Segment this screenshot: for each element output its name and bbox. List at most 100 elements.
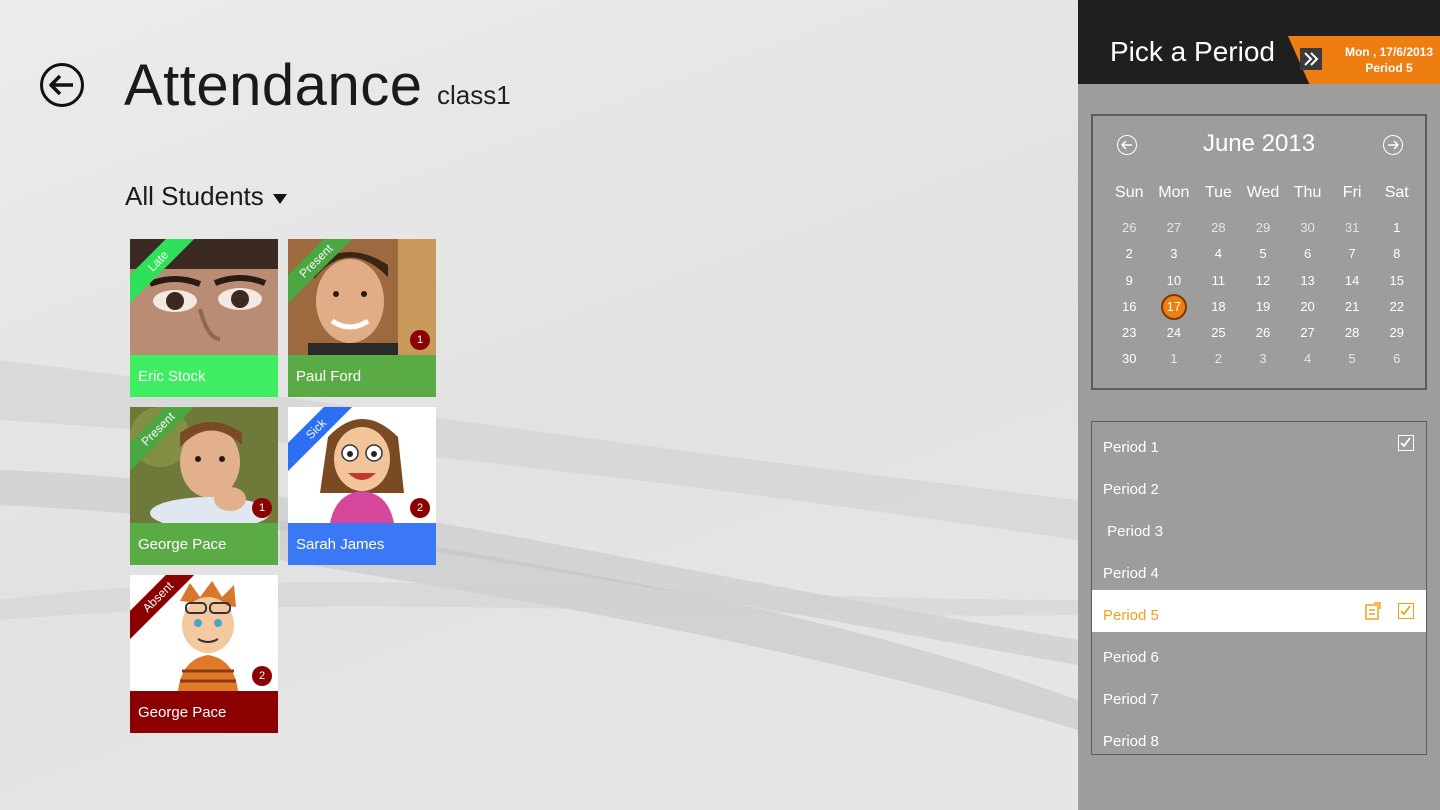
calendar-day[interactable]: 30 (1107, 349, 1152, 375)
panel-title: Pick a Period (1110, 36, 1275, 67)
student-tile[interactable]: Late Eric Stock (130, 239, 278, 397)
calendar-day[interactable]: 26 (1107, 218, 1152, 244)
calendar-day[interactable]: 27 (1285, 323, 1330, 349)
calendar-day[interactable]: 4 (1196, 244, 1241, 270)
weekday-header: Fri (1342, 184, 1362, 201)
calendar-day[interactable]: 16 (1107, 297, 1152, 323)
student-tile[interactable]: Sick 2 Sarah James (288, 407, 436, 565)
calendar-day[interactable]: 2 (1107, 244, 1152, 270)
student-tile[interactable]: Present 1 George Pace (130, 407, 278, 565)
calendar-day[interactable]: 7 (1330, 244, 1375, 270)
calendar-day[interactable]: 28 (1330, 323, 1375, 349)
calendar-day-number: 4 (1214, 246, 1223, 262)
student-name: George Pace (130, 691, 278, 733)
calendar-day-number: 11 (1211, 272, 1226, 288)
notes-count-badge: 1 (410, 330, 430, 350)
checkbox-checked-icon[interactable] (1398, 435, 1414, 451)
calendar-day[interactable]: 1 (1374, 218, 1419, 244)
panel-header: Pick a Period Mon , 17/6/2013 Period 5 (1078, 0, 1440, 84)
calendar-day[interactable]: 8 (1374, 244, 1419, 270)
calendar-day[interactable]: 24 (1152, 323, 1197, 349)
notes-icon[interactable] (1364, 601, 1382, 621)
calendar-day-number: 4 (1303, 351, 1312, 367)
calendar-day-number: 2 (1125, 246, 1133, 262)
calendar-day[interactable]: 28 (1196, 218, 1241, 244)
calendar-day-number: 5 (1348, 351, 1356, 367)
expand-button[interactable] (1300, 48, 1322, 70)
calendar-day-number: 19 (1255, 298, 1271, 314)
period-label: Period 8 (1103, 733, 1159, 750)
period-item[interactable]: Period 3 (1092, 506, 1426, 548)
current-period: Period 5 (1365, 61, 1413, 75)
calendar-day[interactable]: 17 (1152, 293, 1197, 323)
next-month-button[interactable] (1383, 135, 1403, 155)
calendar-day-number: 27 (1300, 325, 1315, 341)
calendar-day[interactable]: 12 (1241, 271, 1286, 297)
calendar-day[interactable]: 13 (1285, 271, 1330, 297)
calendar-day[interactable]: 19 (1241, 297, 1286, 323)
calendar-day[interactable]: 6 (1285, 244, 1330, 270)
calendar: June 2013 Sun Mon Tue Wed Thu Fri Sat 26 27 28 29 3… (1091, 114, 1427, 390)
student-name: Sarah James (288, 523, 436, 565)
calendar-day-number: 29 (1255, 220, 1271, 235)
main-area: Attendance class1 All Students Late Eric… (0, 0, 1078, 810)
student-filter-dropdown[interactable]: All Students (125, 181, 288, 212)
calendar-day[interactable]: 20 (1285, 297, 1330, 323)
calendar-day-number: 7 (1348, 246, 1356, 262)
calendar-day[interactable]: 2 (1196, 349, 1241, 375)
calendar-day-number: 10 (1166, 272, 1182, 288)
student-tile[interactable]: Present 1 Paul Ford (288, 239, 436, 397)
period-item[interactable]: Period 1 (1092, 422, 1426, 464)
calendar-day[interactable]: 6 (1374, 349, 1419, 375)
calendar-day[interactable]: 31 (1330, 218, 1375, 244)
calendar-day[interactable]: 4 (1285, 349, 1330, 375)
calendar-day-number: 12 (1255, 272, 1271, 288)
calendar-day[interactable]: 5 (1241, 244, 1286, 270)
calendar-day[interactable]: 22 (1374, 297, 1419, 323)
arrow-right-icon (1388, 140, 1399, 150)
arrow-left-icon (49, 74, 73, 96)
calendar-day[interactable]: 25 (1196, 323, 1241, 349)
calendar-day-number: 1 (1170, 351, 1178, 367)
calendar-day-number: 26 (1122, 220, 1137, 235)
period-item[interactable]: Period 7 (1092, 674, 1426, 716)
calendar-day[interactable]: 1 (1152, 349, 1197, 375)
calendar-day[interactable]: 21 (1330, 297, 1375, 323)
back-button[interactable] (40, 63, 84, 107)
calendar-day[interactable]: 27 (1152, 218, 1197, 244)
calendar-day-number: 5 (1259, 246, 1267, 262)
calendar-day[interactable]: 14 (1330, 271, 1375, 297)
calendar-day-number: 3 (1170, 246, 1178, 262)
calendar-day-number: 13 (1300, 272, 1315, 288)
weekday-header: Sat (1384, 184, 1409, 201)
calendar-day[interactable]: 30 (1285, 218, 1330, 244)
period-item[interactable]: Period 4 (1092, 548, 1426, 590)
period-item[interactable]: Period 2 (1092, 464, 1426, 506)
checkbox-checked-icon[interactable] (1398, 603, 1414, 619)
weekday-header: Mon (1158, 184, 1190, 201)
period-item[interactable]: Period 8 (1092, 716, 1426, 754)
period-picker-panel: Pick a Period Mon , 17/6/2013 Period 5 J… (1078, 0, 1440, 810)
calendar-day-number: 22 (1389, 298, 1404, 314)
calendar-day[interactable]: 10 (1152, 271, 1197, 297)
calendar-day[interactable]: 3 (1241, 349, 1286, 375)
calendar-day[interactable]: 9 (1107, 271, 1152, 297)
calendar-month: June 2013 (1202, 130, 1316, 157)
calendar-day[interactable]: 23 (1107, 323, 1152, 349)
caret-down-icon (272, 193, 287, 204)
period-list: Period 1 Period 2 Period 3 Period 4 Period … (1091, 421, 1427, 755)
calendar-day-number: 30 (1300, 220, 1315, 235)
calendar-day[interactable]: 29 (1374, 323, 1419, 349)
calendar-day[interactable]: 5 (1330, 349, 1375, 375)
calendar-day[interactable]: 29 (1241, 218, 1286, 244)
calendar-day[interactable]: 18 (1196, 297, 1241, 323)
period-item[interactable]: Period 5 (1092, 590, 1426, 632)
calendar-day[interactable]: 3 (1152, 244, 1197, 270)
period-item[interactable]: Period 6 (1092, 632, 1426, 674)
calendar-day[interactable]: 15 (1374, 271, 1419, 297)
calendar-day[interactable]: 11 (1196, 271, 1241, 297)
student-tile[interactable]: Absent 2 George Pace (130, 575, 278, 733)
calendar-day[interactable]: 26 (1241, 323, 1286, 349)
notes-count-badge: 1 (252, 498, 272, 518)
weekday-header: Wed (1246, 184, 1280, 201)
